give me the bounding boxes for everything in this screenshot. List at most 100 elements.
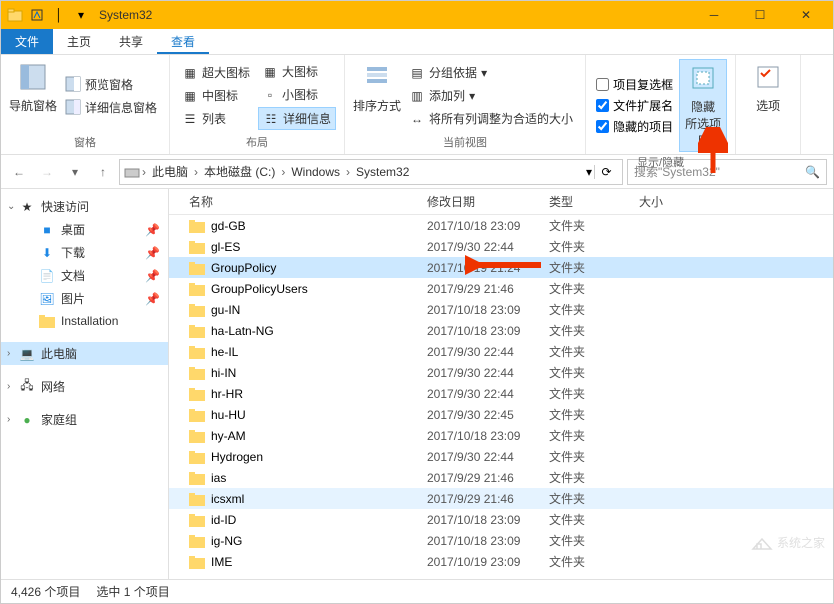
list-button[interactable]: ☰列表 <box>178 108 254 129</box>
folder-icon <box>189 408 205 422</box>
file-row[interactable]: GroupPolicyUsers2017/9/29 21:46文件夹 <box>169 278 833 299</box>
file-name: gd-GB <box>211 219 246 233</box>
file-type: 文件夹 <box>549 385 639 402</box>
file-name: ig-NG <box>211 534 242 548</box>
ribbon-group-show-hide: 项目复选框 文件扩展名 隐藏的项目 隐藏 所选项目 显示/隐藏 <box>586 55 736 154</box>
file-date: 2017/10/18 23:09 <box>427 219 549 233</box>
file-row[interactable]: icsxml2017/9/29 21:46文件夹 <box>169 488 833 509</box>
breadcrumb-drive-c[interactable]: 本地磁盘 (C:) <box>200 163 279 180</box>
up-button[interactable]: ↑ <box>91 160 115 184</box>
qat-dropdown-icon[interactable]: ▾ <box>71 5 91 25</box>
details-pane-button[interactable]: 详细信息窗格 <box>61 97 161 118</box>
history-dropdown[interactable]: ▾ <box>63 160 87 184</box>
checkbox-file-extensions[interactable]: 文件扩展名 <box>594 96 675 115</box>
file-name: hy-AM <box>211 429 246 443</box>
file-name: icsxml <box>211 492 244 506</box>
file-row[interactable]: ig-NG2017/10/18 23:09文件夹 <box>169 530 833 551</box>
breadcrumb-system32[interactable]: System32 <box>352 165 413 179</box>
sidebar-downloads[interactable]: ⬇下载📌 <box>1 241 168 264</box>
sidebar-homegroup[interactable]: ›●家庭组 <box>1 408 168 431</box>
pictures-icon: 🖼 <box>39 291 55 307</box>
file-row[interactable]: gu-IN2017/10/18 23:09文件夹 <box>169 299 833 320</box>
column-date[interactable]: 修改日期 <box>427 193 549 210</box>
sort-by-button[interactable]: 排序方式 <box>353 59 401 132</box>
ribbon-group-layout: ▦超大图标 ▦中图标 ☰列表 ▦大图标 ▫小图标 ☷详细信息 布局 <box>170 55 345 154</box>
sidebar-installation[interactable]: Installation <box>1 310 168 332</box>
folder-icon <box>189 240 205 254</box>
file-name: GroupPolicy <box>211 261 276 275</box>
qat-separator: │ <box>49 5 69 25</box>
file-row[interactable]: he-IL2017/9/30 22:44文件夹 <box>169 341 833 362</box>
column-headers: 名称 修改日期 类型 大小 <box>169 189 833 215</box>
nav-pane-button[interactable]: 导航窗格 <box>9 59 57 132</box>
fit-columns-button[interactable]: ↔将所有列调整为合适的大小 <box>405 108 577 129</box>
forward-button[interactable]: → <box>35 160 59 184</box>
sidebar-documents[interactable]: 📄文档📌 <box>1 264 168 287</box>
file-row[interactable]: hr-HR 2017/9/30 22:44文件夹 <box>169 383 833 404</box>
details-view-button[interactable]: ☷详细信息 <box>258 107 336 130</box>
qat-properties-icon[interactable] <box>27 5 47 25</box>
file-row[interactable]: ha-Latn-NG2017/10/18 23:09文件夹 <box>169 320 833 341</box>
file-row[interactable]: hu-HU2017/9/30 22:45文件夹 <box>169 404 833 425</box>
file-date: 2017/9/30 22:44 <box>427 387 549 401</box>
hide-selected-button[interactable]: 隐藏 所选项目 <box>679 59 727 152</box>
tab-view[interactable]: 查看 <box>157 29 209 54</box>
sidebar-quick-access[interactable]: ⌄★快速访问 <box>1 195 168 218</box>
minimize-button[interactable]: ─ <box>691 1 737 29</box>
file-row[interactable]: gd-GB2017/10/18 23:09文件夹 <box>169 215 833 236</box>
column-name[interactable]: 名称 <box>169 193 427 210</box>
small-icons-button[interactable]: ▫小图标 <box>258 84 336 105</box>
file-row[interactable]: Hydrogen2017/9/30 22:44文件夹 <box>169 446 833 467</box>
file-row[interactable]: hi-IN2017/9/30 22:44文件夹 <box>169 362 833 383</box>
address-bar[interactable]: › 此电脑› 本地磁盘 (C:)› Windows› System32 ▾ ⟳ <box>119 159 623 185</box>
hide-selected-icon <box>687 62 719 94</box>
checkbox-hidden-items[interactable]: 隐藏的项目 <box>594 117 675 136</box>
file-list[interactable]: gd-GB 2017/10/18 23:09 文件夹 gl-ES2017/9/30 2… <box>169 215 833 579</box>
file-type: 文件夹 <box>549 343 639 360</box>
content-area: ⌄★快速访问 ■桌面📌 ⬇下载📌 📄文档📌 🖼图片📌 Installation … <box>1 189 833 579</box>
column-type[interactable]: 类型 <box>549 193 639 210</box>
file-date: 2017/9/30 22:44 <box>427 450 549 464</box>
preview-pane-button[interactable]: 预览窗格 <box>61 74 161 95</box>
tab-home[interactable]: 主页 <box>53 29 105 54</box>
back-button[interactable]: ← <box>7 160 31 184</box>
folder-icon <box>189 429 205 443</box>
options-button[interactable]: 选项 <box>744 59 792 136</box>
sidebar-desktop[interactable]: ■桌面📌 <box>1 218 168 241</box>
file-row[interactable]: GroupPolicy 2017/10/19 21:24文件夹 <box>169 257 833 278</box>
file-row[interactable]: ias2017/9/29 21:46文件夹 <box>169 467 833 488</box>
sm-icons-icon: ▫ <box>262 87 278 103</box>
group-by-button[interactable]: ▤分组依据 ▾ <box>405 62 577 83</box>
status-bar: 4,426 个项目 选中 1 个项目 <box>1 579 833 603</box>
checkbox-item-checkboxes[interactable]: 项目复选框 <box>594 75 675 94</box>
file-date: 2017/10/19 21:24 <box>427 261 549 275</box>
breadcrumb-thispc[interactable]: 此电脑 <box>148 163 192 180</box>
sidebar-this-pc[interactable]: ›💻此电脑 <box>1 342 168 365</box>
add-columns-button[interactable]: ▥添加列 ▾ <box>405 85 577 106</box>
pc-icon: 💻 <box>19 346 35 362</box>
folder-icon <box>5 5 25 25</box>
file-type: 文件夹 <box>549 259 639 276</box>
tab-share[interactable]: 共享 <box>105 29 157 54</box>
column-size[interactable]: 大小 <box>639 193 833 210</box>
fit-col-icon: ↔ <box>409 111 425 127</box>
file-row[interactable]: id-ID2017/10/18 23:09文件夹 <box>169 509 833 530</box>
breadcrumb-windows[interactable]: Windows <box>287 165 344 179</box>
sidebar-pictures[interactable]: 🖼图片📌 <box>1 287 168 310</box>
close-button[interactable]: ✕ <box>783 1 829 29</box>
window-title: System32 <box>99 8 152 22</box>
file-row[interactable]: gl-ES2017/9/30 22:44文件夹 <box>169 236 833 257</box>
file-row[interactable]: hy-AM2017/10/18 23:09文件夹 <box>169 425 833 446</box>
file-row[interactable]: IME2017/10/19 23:09文件夹 <box>169 551 833 572</box>
file-name: hr-HR <box>211 387 243 401</box>
extra-large-icons-button[interactable]: ▦超大图标 <box>178 62 254 83</box>
sidebar-network[interactable]: ›🖧网络 <box>1 375 168 398</box>
tab-file[interactable]: 文件 <box>1 29 53 54</box>
folder-icon <box>189 555 205 569</box>
medium-icons-button[interactable]: ▦中图标 <box>178 85 254 106</box>
file-name: he-IL <box>211 345 238 359</box>
maximize-button[interactable]: ☐ <box>737 1 783 29</box>
address-dropdown-icon[interactable]: ▾ <box>586 165 592 179</box>
file-date: 2017/10/18 23:09 <box>427 534 549 548</box>
large-icons-button[interactable]: ▦大图标 <box>258 61 336 82</box>
